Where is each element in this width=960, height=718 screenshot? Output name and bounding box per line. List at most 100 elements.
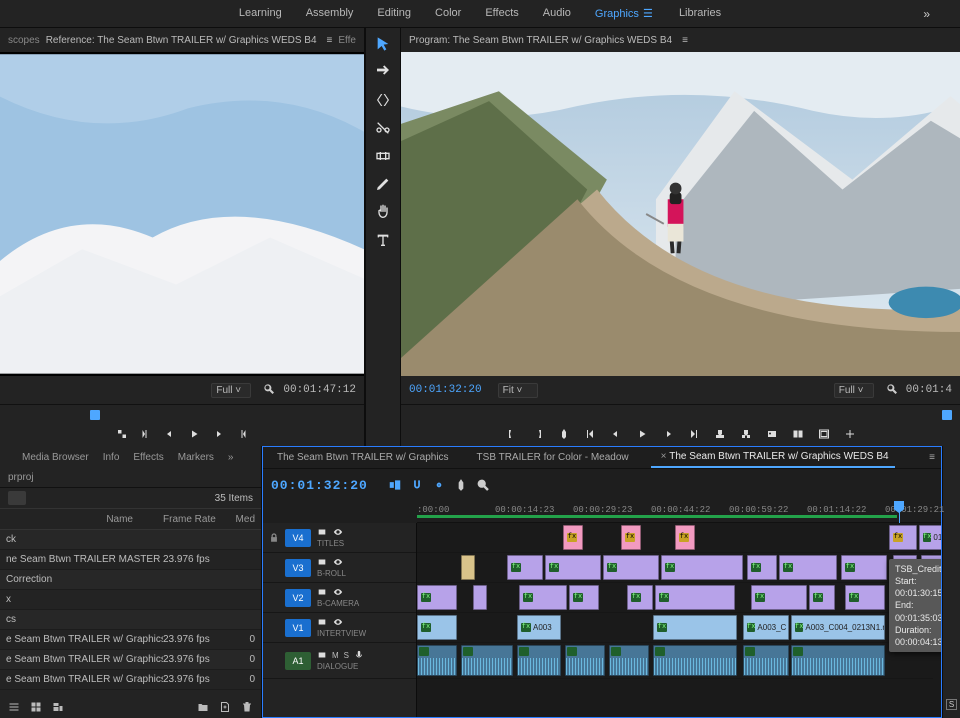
lift-icon[interactable] [714, 428, 726, 440]
export-frame-icon[interactable] [766, 428, 778, 440]
type-tool-icon[interactable] [375, 232, 391, 248]
prog-timecode[interactable]: 00:01:32:20 [409, 384, 482, 396]
clip[interactable]: fx [653, 615, 737, 640]
prog-video[interactable] [401, 52, 960, 376]
safe-margins-icon[interactable] [818, 428, 830, 440]
proj-header[interactable]: Name Frame Rate Med [0, 508, 261, 530]
mute-button[interactable]: M [332, 651, 339, 660]
audio-clip[interactable] [461, 645, 513, 676]
voiceover-icon[interactable] [354, 650, 364, 660]
project-row[interactable]: Correction [0, 570, 261, 590]
ws-audio[interactable]: Audio [543, 7, 571, 20]
track-header-v3[interactable]: V3 B-ROLL [263, 553, 416, 583]
wrench-icon[interactable] [263, 383, 275, 398]
gang-icon[interactable] [116, 428, 128, 440]
col-name[interactable]: Name [0, 514, 163, 525]
track-header-v2[interactable]: V2 B-CAMERA [263, 583, 416, 613]
audio-clip[interactable] [417, 645, 457, 676]
clip[interactable]: fx [747, 555, 777, 580]
proj-tab-media[interactable]: Media Browser [22, 452, 89, 463]
linked-sel-icon[interactable] [432, 478, 446, 492]
clip[interactable]: fx [751, 585, 807, 610]
clip[interactable]: fxA003_C [743, 615, 789, 640]
project-row[interactable]: e Seam Btwn TRAILER w/ Graphics CHANGE23… [0, 650, 261, 670]
prog-title[interactable]: Program: The Seam Btwn TRAILER w/ Graphi… [409, 35, 672, 46]
clip[interactable]: fx [519, 585, 567, 610]
clip[interactable] [461, 555, 475, 580]
prog-playhead[interactable] [942, 410, 952, 420]
proj-tab-info[interactable]: Info [103, 452, 120, 463]
step-fwd-icon[interactable] [662, 428, 674, 440]
proj-filter-icon[interactable] [8, 491, 26, 505]
step-back-icon[interactable] [610, 428, 622, 440]
clip[interactable]: fxA003_C004_0213N1.m [791, 615, 885, 640]
ref-tab-scopes[interactable]: scopes [8, 35, 40, 46]
mark-out-icon[interactable] [532, 428, 544, 440]
play-icon[interactable] [636, 428, 648, 440]
ref-timecode[interactable]: 00:01:47:12 [283, 384, 356, 396]
eye-icon[interactable] [333, 617, 343, 627]
audio-clip[interactable] [743, 645, 789, 676]
clip[interactable]: fx [507, 555, 543, 580]
project-row[interactable]: cs [0, 610, 261, 630]
go-in-icon[interactable] [140, 428, 152, 440]
freeform-icon[interactable] [52, 701, 64, 713]
workspace-overflow-icon[interactable]: » [923, 7, 930, 21]
clip[interactable]: fx [563, 525, 583, 550]
trash-icon[interactable] [241, 701, 253, 713]
toggle-output-icon[interactable] [317, 527, 327, 537]
pen-tool-icon[interactable] [375, 176, 391, 192]
col-fps[interactable]: Frame Rate [163, 514, 233, 525]
tab-menu-icon[interactable]: ≡ [929, 452, 941, 463]
goto-out-icon[interactable] [688, 428, 700, 440]
project-row[interactable]: ne Seam Btwn TRAILER MASTER23.976 fps [0, 550, 261, 570]
clip[interactable] [473, 585, 487, 610]
track-header-v4[interactable]: V4 TITLES [263, 523, 416, 553]
compare-icon[interactable] [792, 428, 804, 440]
timeline-ruler[interactable]: :00:00 00:00:14:23 00:00:29:23 00:00:44:… [417, 501, 941, 523]
tl-timecode[interactable]: 00:01:32:20 [271, 478, 368, 493]
tl-wrench-icon[interactable] [476, 478, 490, 492]
clip[interactable]: fx [655, 585, 735, 610]
clip[interactable]: fx [569, 585, 599, 610]
clip[interactable]: fx [417, 615, 457, 640]
clip[interactable]: fx [809, 585, 835, 610]
clip[interactable]: fx [621, 525, 641, 550]
razor-tool-icon[interactable] [375, 120, 391, 136]
timeline-clips[interactable]: fx fx fx fx fx01_Title_ fx fx fx fx fx f… [417, 523, 941, 717]
project-row[interactable]: e Seam Btwn TRAILER w/ Graphics REVISED2… [0, 670, 261, 690]
ref-title[interactable]: Reference: The Seam Btwn TRAILER w/ Grap… [46, 35, 317, 46]
nest-icon[interactable] [388, 478, 402, 492]
proj-overflow-icon[interactable]: » [228, 452, 234, 463]
icon-view-icon[interactable] [30, 701, 42, 713]
toggle-output-icon[interactable] [317, 650, 327, 660]
markers-icon[interactable] [454, 478, 468, 492]
ref-ruler[interactable] [0, 404, 364, 422]
track-select-tool-icon[interactable] [375, 64, 391, 80]
new-bin-icon[interactable] [197, 701, 209, 713]
clip[interactable]: fx [545, 555, 601, 580]
ripple-tool-icon[interactable] [375, 92, 391, 108]
clip[interactable]: fx [417, 585, 457, 610]
proj-tab-effects[interactable]: Effects [133, 452, 163, 463]
clip[interactable]: fx [603, 555, 659, 580]
track-header-v1[interactable]: V1 INTERTVIEW [263, 613, 416, 643]
project-row[interactable]: e Seam Btwn TRAILER w/ Graphics23.976 fp… [0, 630, 261, 650]
toggle-output-icon[interactable] [317, 617, 327, 627]
audio-clip[interactable] [565, 645, 605, 676]
ws-effects[interactable]: Effects [485, 7, 518, 20]
tl-tab-0[interactable]: The Seam Btwn TRAILER w/ Graphics [271, 448, 455, 467]
prog-zoom-select[interactable]: Full ˅ [834, 383, 874, 398]
ws-learning[interactable]: Learning [239, 7, 282, 20]
clip[interactable]: fx [627, 585, 653, 610]
hand-tool-icon[interactable] [375, 204, 391, 220]
prog-panel-menu-icon[interactable]: ≡ [682, 35, 688, 46]
list-view-icon[interactable] [8, 701, 20, 713]
prog-right-timecode[interactable]: 00:01:4 [906, 384, 952, 396]
ws-libraries[interactable]: Libraries [679, 7, 721, 20]
prog-fit-select[interactable]: Fit ˅ [498, 383, 538, 398]
mark-in-icon[interactable] [506, 428, 518, 440]
track-header-a1[interactable]: A1 M S DIALOGUE [263, 643, 416, 679]
goto-in-icon[interactable] [584, 428, 596, 440]
prog-ruler[interactable] [401, 404, 960, 422]
